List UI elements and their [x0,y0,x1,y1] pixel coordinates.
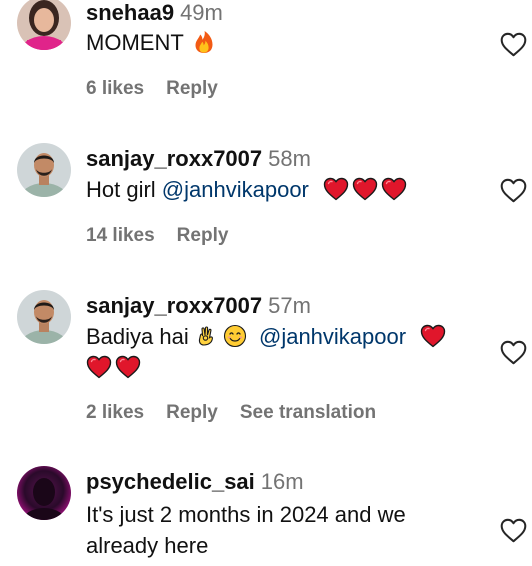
mention-link[interactable]: @janhvikapoor [162,177,309,202]
avatar[interactable] [17,290,71,344]
like-heart-icon[interactable] [500,518,527,543]
smiling-face-emoji-icon [223,324,246,348]
red-heart-emoji-icon [115,355,141,379]
comment-text-body: Badiya hai [86,324,195,349]
fire-emoji-icon [195,31,212,53]
comment-text-body: Hot girl [86,177,162,202]
red-heart-emoji-icon [86,355,112,379]
mention-link[interactable]: @janhvikapoor [259,324,406,349]
red-heart-emoji-icon [381,177,407,201]
comment-meta: 14 likes Reply [86,224,250,248]
see-translation-button[interactable]: See translation [240,402,376,423]
like-heart-icon[interactable] [500,340,527,365]
comment-meta: 2 likes Reply See translation [86,401,398,425]
comment-text: MOMENT [86,27,216,58]
ok-hand-emoji-icon [198,326,213,346]
reply-button[interactable]: Reply [177,225,229,246]
red-heart-emoji-icon [420,324,446,348]
red-heart-emoji-icon [352,177,378,201]
likes-count[interactable]: 14 likes [86,225,155,246]
avatar[interactable] [17,466,71,520]
timestamp: 49m [180,0,223,25]
likes-count[interactable]: 2 likes [86,402,144,423]
username[interactable]: snehaa9 [86,0,174,25]
avatar[interactable] [17,143,71,197]
comment-meta: 6 likes Reply [86,77,240,101]
reply-button[interactable]: Reply [166,78,218,99]
like-heart-icon[interactable] [500,32,527,57]
avatar[interactable] [17,0,71,50]
timestamp: 58m [268,146,311,171]
username[interactable]: psychedelic_sai [86,469,255,494]
timestamp: 16m [260,469,304,494]
username[interactable]: sanjay_roxx7007 [86,146,262,171]
timestamp: 57m [268,293,311,318]
likes-count[interactable]: 6 likes [86,78,144,99]
comment-text-body: It's just 2 months in 2024 and we alread… [86,502,406,558]
comment-text: Hot girl @janhvikapoor [86,174,407,205]
reply-button[interactable]: Reply [166,402,218,423]
comment-text: It's just 2 months in 2024 and we alread… [86,499,466,561]
username[interactable]: sanjay_roxx7007 [86,293,262,318]
like-heart-icon[interactable] [500,178,527,203]
comment-text-body: MOMENT [86,30,184,55]
red-heart-emoji-icon [323,177,349,201]
comment-text: Badiya hai @janhvikapoor [86,321,486,383]
